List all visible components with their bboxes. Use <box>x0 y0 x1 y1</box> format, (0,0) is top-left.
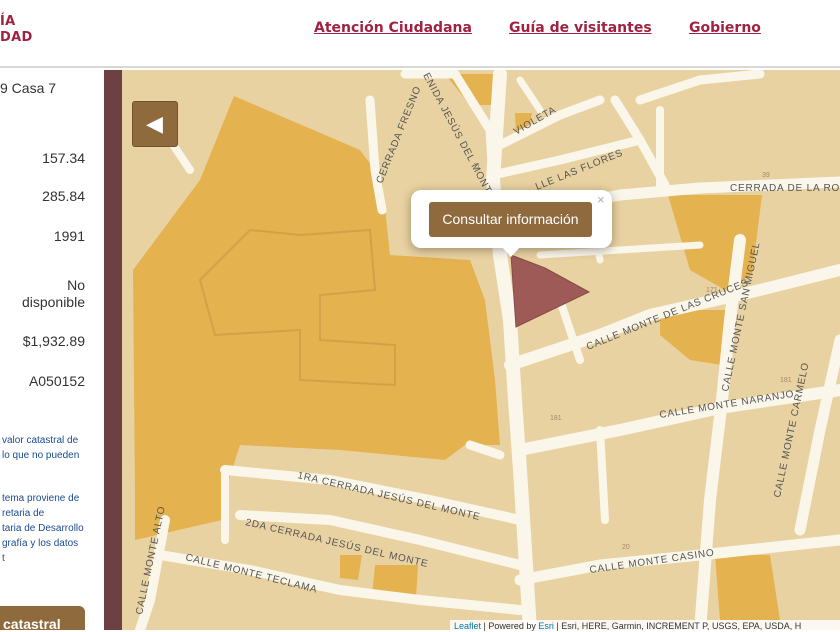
lot-number: 181 <box>780 377 792 384</box>
street-label: CERRADA FRESNO <box>375 85 424 186</box>
chevron-left-icon: ◀ <box>146 111 163 136</box>
lot-number: 171 <box>706 287 718 294</box>
note-2-line: tema proviene de <box>2 493 80 504</box>
parcel <box>135 490 225 540</box>
note-2-line: retaria de <box>2 508 45 519</box>
street-label: CALLE MONTE TECLAMA <box>184 552 318 595</box>
lot-number: 20 <box>622 544 630 551</box>
parcel <box>715 555 780 620</box>
logo-line-2: DAD <box>0 30 33 45</box>
site-header: ÍA DAD Atención Ciudadana Guía de visita… <box>0 0 840 68</box>
logo-line-1: ÍA <box>0 14 16 29</box>
lot-number: 181 <box>550 415 562 422</box>
parcel <box>340 555 362 580</box>
value-3: 1991 <box>53 228 85 244</box>
note-2-line: grafía y los datos <box>2 538 79 549</box>
lot-number: 39 <box>762 172 770 179</box>
note-1-line: valor catastral de <box>2 435 79 446</box>
collapse-panel-button[interactable]: ◀ <box>132 101 178 147</box>
site-logo[interactable]: ÍA DAD <box>0 14 33 46</box>
consultar-informacion-button[interactable]: Consultar información <box>429 202 592 237</box>
street-label: CALLE MONTE CASINO <box>589 548 715 576</box>
street-label: CERRADA DE LA ROS <box>730 183 840 194</box>
lot-number: 11 <box>473 163 480 170</box>
close-icon[interactable]: × <box>597 192 605 207</box>
note-2-line: t <box>2 553 5 564</box>
value-5: $1,932.89 <box>22 333 85 349</box>
map-canvas[interactable]: CERRADA FRESNO ENIDA JESÚS DEL MONTE VIO… <box>122 70 840 630</box>
nav-atencion-ciudadana[interactable]: Atención Ciudadana <box>314 20 472 36</box>
parcel-large-block <box>133 96 500 493</box>
selected-lot[interactable] <box>510 254 591 328</box>
property-address: 9 Casa 7 <box>0 80 57 96</box>
map-attribution: Leaflet | Powered by Esri | Esri, HERE, … <box>450 620 840 632</box>
map-view[interactable]: CERRADA FRESNO ENIDA JESÚS DEL MONTE VIO… <box>122 70 840 630</box>
disclaimer-note-2: tema proviene de retaria de taria de Des… <box>2 491 102 566</box>
note-1-line: lo que no pueden <box>2 450 80 461</box>
value-4: No disponible <box>21 277 85 310</box>
note-2-line: taria de Desarrollo <box>2 523 84 534</box>
property-info-panel: 9 Casa 7 157.34 285.84 1991 No disponibl… <box>0 70 104 630</box>
value-2: 285.84 <box>42 188 85 204</box>
catastral-button[interactable]: catastral <box>0 606 85 630</box>
sidebar-scrollbar-track[interactable] <box>104 70 122 630</box>
nav-gobierno[interactable]: Gobierno <box>689 20 761 36</box>
value-1: 157.34 <box>42 150 85 166</box>
popup-tip <box>502 247 520 257</box>
nav-guia-visitantes[interactable]: Guía de visitantes <box>509 20 652 36</box>
disclaimer-note-1: valor catastral de lo que no pueden <box>2 433 102 463</box>
value-6: A050152 <box>28 373 85 389</box>
